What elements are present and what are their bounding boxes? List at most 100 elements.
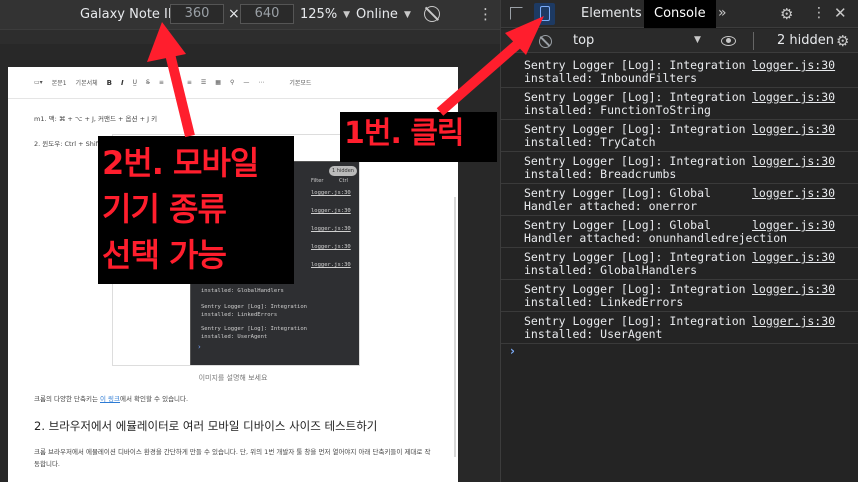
shot-log-line: Sentry Logger [Log]: Integration: [201, 326, 307, 332]
gear-icon[interactable]: ⚙: [780, 5, 793, 23]
message-line: installed: UserAgent: [524, 327, 663, 341]
scrollbar[interactable]: [454, 197, 456, 457]
section-paragraph: 크롬 브라우저에서 에뮬레이션 디바이스 환경을 간단하게 만들 수 있습니다.…: [34, 448, 431, 468]
kebab-icon[interactable]: ⋮: [812, 5, 826, 21]
console-message[interactable]: Sentry Logger [Log]: Integration install…: [501, 248, 858, 280]
ctrl-label: Ctrl: [339, 178, 348, 184]
tab-console[interactable]: Console: [644, 0, 716, 28]
message-line: Sentry Logger [Log]: Integration: [524, 122, 746, 136]
shortcut-link[interactable]: 이 링크: [100, 395, 120, 403]
hidden-count[interactable]: 2 hidden: [777, 33, 834, 48]
eye-icon[interactable]: [721, 36, 736, 46]
device-toolbar-icon[interactable]: [534, 3, 555, 25]
message-line: Sentry Logger [Log]: Global: [524, 218, 711, 232]
device-select[interactable]: Galaxy Note II ▼: [80, 7, 185, 22]
callout-device-select: 2번. 모바일 기기 종류 선택 가능: [98, 136, 294, 284]
source-link[interactable]: logger.js:30: [752, 250, 835, 264]
console-message[interactable]: Sentry Logger [Log]: Integration install…: [501, 88, 858, 120]
device-name: Galaxy Note II: [80, 7, 172, 22]
source-link[interactable]: logger.js:30: [752, 186, 835, 200]
network-select[interactable]: Online ▼: [356, 7, 411, 22]
image-icon[interactable]: ▭▾: [34, 79, 43, 86]
devtools-tabbar: Elements Console » ⚙ ⋮ ✕: [501, 0, 858, 28]
link-icon[interactable]: ⚲: [230, 79, 234, 86]
callout-click: 1번. 클릭: [340, 112, 497, 162]
width-input[interactable]: 360: [170, 4, 224, 24]
gear-icon[interactable]: ⚙: [836, 32, 849, 50]
message-line: installed: FunctionToString: [524, 103, 711, 117]
message-line: installed: Breadcrumbs: [524, 167, 677, 181]
message-line: installed: TryCatch: [524, 135, 656, 149]
source-link[interactable]: logger.js:30: [752, 58, 835, 72]
more-icon[interactable]: ⋯: [258, 79, 264, 86]
message-line: Sentry Logger [Log]: Integration: [524, 250, 746, 264]
filter-label: Filter: [311, 178, 324, 184]
section-heading: 2. 브라우저에서 에뮬레이터로 여러 모바일 디바이스 사이즈 테스트하기: [34, 419, 378, 433]
mac-shortcut-text: m1. 맥: ⌘ + ⌥ + J, 커맨드 + 옵션 + J 키: [34, 115, 158, 123]
console-message[interactable]: Sentry Logger [Log]: Integration install…: [501, 312, 858, 344]
more-tabs-icon[interactable]: »: [718, 5, 727, 21]
shot-log-source: logger.js:30: [311, 208, 351, 214]
close-icon[interactable]: ✕: [834, 4, 847, 22]
kebab-icon[interactable]: ⋮: [478, 5, 493, 23]
chevron-down-icon[interactable]: ▼: [694, 35, 701, 45]
message-line: installed: GlobalHandlers: [524, 263, 698, 277]
message-line: installed: InboundFilters: [524, 71, 698, 85]
media-query-ruler: [0, 30, 500, 44]
message-line: Sentry Logger [Log]: Integration: [524, 314, 746, 328]
chevron-down-icon: ▼: [343, 9, 351, 20]
style-select[interactable]: 본문1: [52, 78, 67, 87]
source-link[interactable]: logger.js:30: [752, 154, 835, 168]
zoom-select[interactable]: 125% ▼: [300, 7, 350, 22]
console-message[interactable]: Sentry Logger [Log]: Global Handler atta…: [501, 184, 858, 216]
link-prefix: 크롬의 다양한 단축키는: [34, 395, 100, 403]
shot-log-source: logger.js:30: [311, 262, 351, 268]
align-right-icon[interactable]: ≡: [187, 79, 192, 86]
source-link[interactable]: logger.js:30: [752, 90, 835, 104]
message-line: Handler attached: onunhandledrejection: [524, 231, 788, 245]
console-prompt[interactable]: ›: [510, 344, 515, 358]
console-message[interactable]: Sentry Logger [Log]: Integration install…: [501, 152, 858, 184]
source-link[interactable]: logger.js:30: [752, 314, 835, 328]
rotate-icon[interactable]: [424, 6, 440, 22]
source-link[interactable]: logger.js:30: [752, 122, 835, 136]
message-line: installed: LinkedErrors: [524, 295, 684, 309]
device-toolbar: Galaxy Note II ▼ 360 × 640 125% ▼ Online…: [0, 0, 500, 30]
console-message[interactable]: Sentry Logger [Log]: Global Handler atta…: [501, 216, 858, 248]
emulator-pane: Galaxy Note II ▼ 360 × 640 125% ▼ Online…: [0, 0, 500, 482]
italic-button[interactable]: I: [121, 79, 124, 87]
filter-input[interactable]: [753, 32, 761, 50]
image-caption[interactable]: 이미지를 설명해 보세요: [8, 373, 458, 383]
mode-select[interactable]: 기본모드: [289, 78, 311, 87]
align-center-icon[interactable]: ≡: [173, 79, 178, 86]
console-message[interactable]: Sentry Logger [Log]: Integration install…: [501, 56, 858, 88]
height-input[interactable]: 640: [240, 4, 294, 24]
select-element-icon[interactable]: [510, 7, 523, 20]
underline-icon[interactable]: U̲: [133, 79, 137, 86]
clear-console-icon[interactable]: [539, 35, 552, 48]
console-message[interactable]: Sentry Logger [Log]: Integration install…: [501, 120, 858, 152]
devtools-pane: Elements Console » ⚙ ⋮ ✕ top ▼ 2 hidden …: [500, 0, 858, 482]
link-paragraph: 크롬의 다양한 단축키는 이 링크에서 확인할 수 있습니다.: [34, 393, 188, 403]
message-line: Sentry Logger [Log]: Integration: [524, 90, 746, 104]
table-icon[interactable]: ▦: [215, 79, 221, 86]
message-line: Sentry Logger [Log]: Global: [524, 186, 711, 200]
list-icon[interactable]: ☰: [201, 79, 206, 86]
align-left-icon[interactable]: ≡: [159, 79, 164, 86]
hidden-badge: 1 hidden: [329, 166, 357, 176]
message-line: Sentry Logger [Log]: Integration: [524, 154, 746, 168]
source-link[interactable]: logger.js:30: [752, 282, 835, 296]
font-select[interactable]: 기본서체: [76, 78, 98, 87]
shot-log-line: Sentry Logger [Log]: Integration: [201, 304, 307, 310]
shot-log-line: installed: LinkedErrors: [201, 312, 278, 318]
source-link[interactable]: logger.js:30: [752, 218, 835, 232]
console-message[interactable]: Sentry Logger [Log]: Integration install…: [501, 280, 858, 312]
network-value: Online: [356, 7, 398, 22]
chevron-down-icon: ▼: [403, 9, 411, 20]
bold-button[interactable]: B: [107, 79, 112, 87]
tab-elements[interactable]: Elements: [571, 0, 652, 28]
context-select[interactable]: top: [573, 33, 594, 48]
strike-icon[interactable]: S̶: [146, 79, 150, 86]
divider-icon[interactable]: —: [243, 79, 249, 86]
callout-line: 2번. 모바일: [102, 144, 259, 182]
